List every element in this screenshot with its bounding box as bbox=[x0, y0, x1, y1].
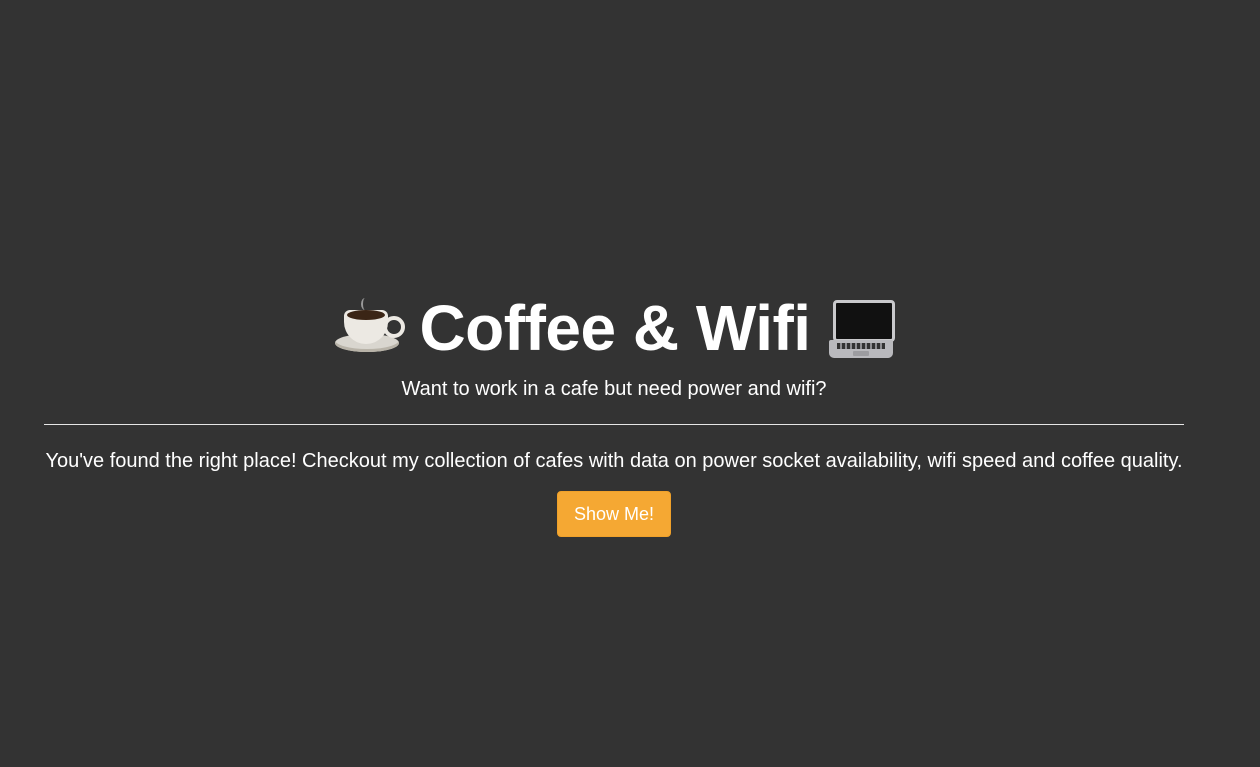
title-row: Coffee & Wifi bbox=[44, 286, 1184, 370]
show-me-button[interactable]: Show Me! bbox=[556, 491, 672, 537]
coffee-cup-icon bbox=[335, 298, 406, 358]
page-subtitle: Want to work in a cafe but need power an… bbox=[401, 378, 827, 400]
page-title: Coffee & Wifi bbox=[419, 292, 811, 364]
divider bbox=[44, 424, 1184, 425]
description-text: You've found the right place! Checkout m… bbox=[45, 450, 1183, 472]
laptop-icon bbox=[828, 296, 895, 360]
jumbotron: Coffee & Wifi Want to work in a cafe but… bbox=[44, 286, 1184, 537]
